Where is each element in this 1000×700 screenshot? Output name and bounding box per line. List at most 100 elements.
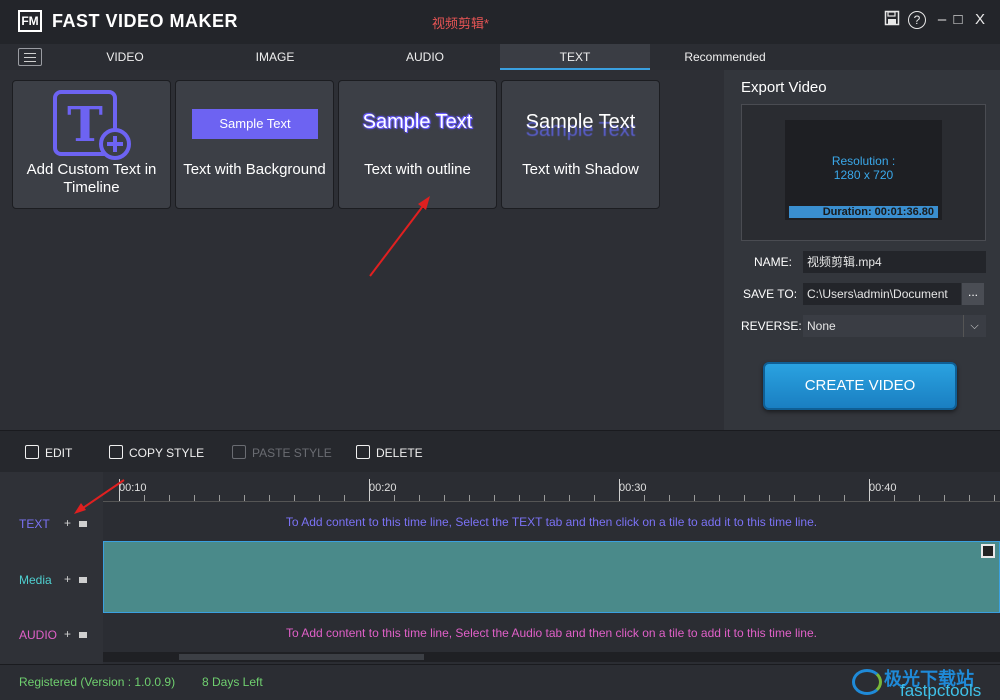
audio-lane[interactable]: To Add content to this time line, Select… — [103, 615, 1000, 651]
add-icon[interactable]: + — [64, 516, 71, 530]
tab-video[interactable]: VIDEO — [50, 44, 200, 70]
days-left: 8 Days Left — [202, 675, 263, 689]
resolution-value: 1280 x 720 — [833, 168, 894, 182]
track-media-controls: + — [64, 572, 88, 586]
film-icon — [981, 544, 995, 558]
copy-style-button[interactable]: COPY STYLE — [109, 445, 204, 460]
ruler-label: 00:30 — [619, 482, 647, 494]
ruler-tick — [519, 495, 520, 501]
ruler-tick — [194, 495, 195, 501]
save-to-field[interactable]: C:\Users\admin\Document — [803, 283, 961, 305]
timeline-toolbar: EDIT COPY STYLE PASTE STYLE DELETE — [0, 430, 1000, 472]
paste-style-button[interactable]: PASTE STYLE — [232, 445, 332, 460]
tile-label: Text with Shadow — [522, 161, 639, 178]
help-icon[interactable]: ? — [908, 11, 926, 29]
ruler-label: 00:20 — [369, 482, 397, 494]
audio-lane-message: To Add content to this time line, Select… — [286, 626, 817, 640]
main-nav: VIDEO IMAGE AUDIO TEXT Recommended — [0, 44, 1000, 70]
reverse-label: REVERSE: — [741, 319, 802, 333]
add-icon[interactable]: + — [64, 572, 71, 586]
title-bar: FM FAST VIDEO MAKER 视频剪辑* ? – □ X — [0, 0, 1000, 44]
annotation-arrow — [369, 196, 430, 277]
lock-icon[interactable] — [79, 521, 88, 527]
copy-icon — [109, 445, 123, 459]
ruler-tick — [969, 495, 970, 501]
lock-icon[interactable] — [79, 577, 88, 583]
status-bar: Registered (Version : 1.0.0.9) 8 Days Le… — [0, 664, 1000, 700]
paste-style-label: PASTE STYLE — [252, 446, 332, 460]
sample-text-background: Sample Text — [192, 109, 318, 139]
tab-recommended[interactable]: Recommended — [650, 44, 800, 70]
export-title: Export Video — [741, 79, 827, 96]
app-title: FAST VIDEO MAKER — [52, 11, 239, 31]
name-field[interactable]: 视频剪辑.mp4 — [803, 251, 986, 273]
track-name-text: TEXT — [19, 517, 50, 531]
watermark-en: fastpctools — [900, 681, 982, 700]
tile-label: Text with Background — [183, 161, 326, 178]
tile-text-with-shadow[interactable]: Sample Text Text with Shadow — [501, 80, 660, 209]
delete-label: DELETE — [376, 446, 423, 460]
ruler-tick — [994, 495, 995, 501]
duration-bar: Duration: 00:01:36.80 — [789, 206, 938, 218]
video-preview: Resolution : 1280 x 720 Duration: 00:01:… — [741, 104, 986, 241]
ruler-tick — [419, 495, 420, 501]
registration-status: Registered (Version : 1.0.0.9) — [19, 675, 176, 689]
ruler-tick — [219, 495, 220, 501]
preview-screen: Resolution : 1280 x 720 Duration: 00:01:… — [785, 120, 942, 220]
ruler-tick — [769, 495, 770, 501]
ruler-tick — [494, 495, 495, 501]
text-lane-message: To Add content to this time line, Select… — [285, 515, 818, 529]
ruler-tick — [794, 495, 795, 501]
ruler-tick — [694, 495, 695, 501]
ruler-tick — [819, 495, 820, 501]
paste-icon — [232, 445, 246, 459]
edit-icon — [25, 445, 39, 459]
ruler-tick — [719, 495, 720, 501]
delete-button[interactable]: DELETE — [356, 445, 423, 460]
save-to-label: SAVE TO: — [743, 287, 798, 301]
name-label: NAME: — [754, 255, 793, 269]
timeline-scrollbar[interactable] — [103, 652, 1000, 662]
browse-button[interactable]: ... — [962, 283, 984, 305]
ruler-tick — [869, 479, 870, 501]
ruler-tick — [294, 495, 295, 501]
save-icon[interactable] — [882, 10, 902, 30]
track-name-audio: AUDIO — [19, 628, 58, 642]
ruler-tick — [269, 495, 270, 501]
create-video-button[interactable]: CREATE VIDEO — [763, 362, 957, 410]
ruler-tick — [544, 495, 545, 501]
menu-icon[interactable] — [18, 48, 42, 66]
ruler-tick — [469, 495, 470, 501]
ruler-tick — [244, 495, 245, 501]
text-lane[interactable]: To Add content to this time line, Select… — [103, 504, 1000, 540]
sample-text-outline: Sample Text — [362, 111, 473, 133]
tab-audio[interactable]: AUDIO — [350, 44, 500, 70]
tile-label: Text with outline — [364, 161, 471, 178]
tile-text-with-background[interactable]: Sample Text Text with Background — [175, 80, 334, 209]
annotation-arrow — [74, 479, 125, 514]
watermark-logo: 极光下载站 fastpctools — [850, 665, 998, 700]
ruler-tick — [569, 495, 570, 501]
watermark-icon — [852, 669, 882, 695]
ruler-tick — [394, 495, 395, 501]
lock-icon[interactable] — [79, 632, 88, 638]
time-ruler[interactable]: 00:10 00:20 00:30 00:40 — [103, 472, 1000, 502]
maximize-button[interactable]: □ — [948, 10, 968, 30]
track-audio-controls: + — [64, 627, 88, 641]
tab-text[interactable]: TEXT — [500, 44, 650, 70]
edit-button[interactable]: EDIT — [25, 445, 72, 460]
media-lane[interactable] — [103, 541, 1000, 613]
ruler-tick — [894, 495, 895, 501]
reverse-select[interactable]: None — [803, 315, 986, 337]
text-tiles-panel: T Add Custom Text in Timeline Sample Tex… — [0, 70, 724, 430]
scroll-thumb[interactable] — [179, 654, 424, 660]
track-name-media: Media — [19, 573, 52, 587]
tile-add-custom-text[interactable]: T Add Custom Text in Timeline — [12, 80, 171, 209]
close-button[interactable]: X — [970, 10, 990, 30]
ruler-tick — [944, 495, 945, 501]
ruler-tick — [144, 495, 145, 501]
chevron-down-icon[interactable]: ⌵ — [963, 315, 985, 337]
add-icon[interactable]: + — [64, 627, 71, 641]
resolution-info: Resolution : 1280 x 720 — [785, 154, 942, 182]
tab-image[interactable]: IMAGE — [200, 44, 350, 70]
